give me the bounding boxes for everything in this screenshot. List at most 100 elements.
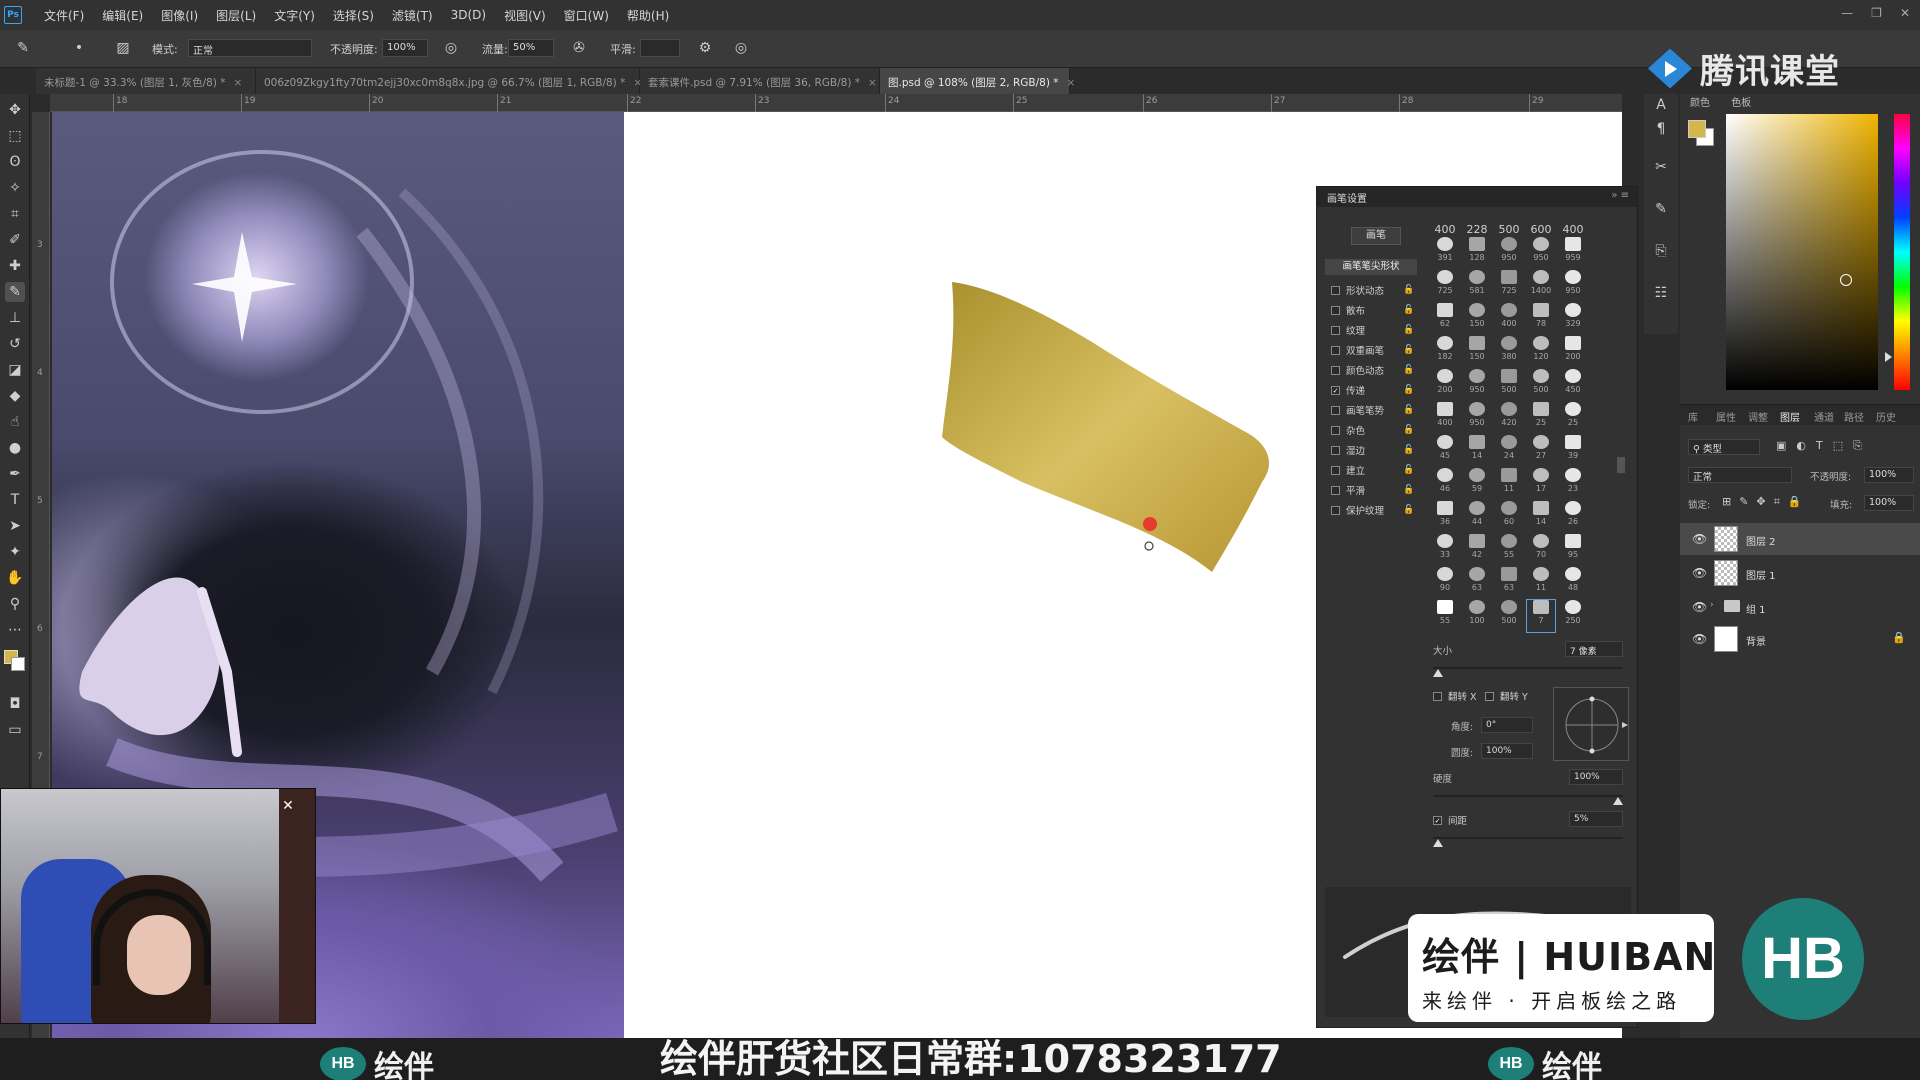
pressure-opacity-icon[interactable]: ◎ — [442, 39, 460, 57]
size-input[interactable]: 7 像素 — [1565, 641, 1623, 657]
close-icon[interactable]: × — [234, 77, 243, 89]
brush-preset-tile[interactable]: 55 — [1495, 534, 1523, 566]
lock-icon[interactable]: 🔓 — [1403, 425, 1414, 435]
layer-filter-icons[interactable]: ▣◐T⬚⎘ — [1776, 439, 1872, 453]
brush-preset-tile[interactable]: 400 — [1495, 303, 1523, 335]
expand-arrow-icon[interactable]: › — [1710, 600, 1714, 610]
layer-filter-select[interactable]: ⚲ 类型 — [1688, 439, 1760, 455]
brush-preset-tile[interactable]: 950 — [1495, 237, 1523, 269]
brush-preset-tile[interactable]: 63 — [1463, 567, 1491, 599]
spacing-input[interactable]: 5% — [1569, 811, 1623, 827]
lasso-tool-icon[interactable]: ʘ — [5, 152, 25, 172]
lock-icon[interactable]: 🔓 — [1403, 405, 1414, 415]
brush-preset-tile[interactable]: 46 — [1431, 468, 1459, 500]
spacing-slider[interactable] — [1433, 837, 1623, 839]
smoothing-input[interactable] — [640, 39, 680, 57]
brush-preset-tile[interactable]: 48 — [1559, 567, 1587, 599]
hue-slider-marker[interactable] — [1885, 352, 1892, 362]
brush-preset-tile[interactable]: 17 — [1527, 468, 1555, 500]
tab-document-1[interactable]: 未标题-1 @ 33.3% (图层 1, 灰色/8) * × — [36, 68, 256, 94]
menu-filter[interactable]: 滤镜(T) — [392, 7, 433, 24]
color-picker-cursor[interactable] — [1840, 274, 1852, 286]
brush-preset-tile[interactable]: 182 — [1431, 336, 1459, 368]
menu-3d[interactable]: 3D(D) — [451, 8, 486, 22]
crop-tool-icon[interactable]: ⌗ — [5, 204, 25, 224]
eye-icon[interactable]: 👁 — [1692, 632, 1707, 646]
tab-document-4[interactable]: 图.psd @ 108% (图层 2, RGB/8) * × — [880, 68, 1075, 94]
eyedropper-tool-icon[interactable]: ✐ — [5, 230, 25, 250]
brush-preset-tile[interactable]: 90 — [1431, 567, 1459, 599]
brush-preset-tile[interactable]: 25 — [1559, 402, 1587, 434]
brush-settings-toggle-icon[interactable]: ▨ — [114, 39, 132, 57]
hue-slider[interactable] — [1894, 114, 1910, 390]
brush-option-scattering[interactable]: 散布 🔓 — [1331, 303, 1414, 317]
brush-tool-icon[interactable]: ✎ — [14, 39, 32, 57]
close-icon[interactable]: × — [1067, 77, 1076, 89]
tab-properties[interactable]: 属性 — [1716, 409, 1736, 424]
tab-adjustments[interactable]: 调整 — [1748, 409, 1768, 424]
brush-preset-tile[interactable]: 725 — [1495, 270, 1523, 302]
marquee-tool-icon[interactable]: ⬚ — [5, 126, 25, 146]
menu-edit[interactable]: 编辑(E) — [102, 7, 143, 24]
brush-preset-tile[interactable]: 55 — [1431, 600, 1459, 632]
brush-option-protect-texture[interactable]: 保护纹理 🔓 — [1331, 503, 1414, 517]
tab-color[interactable]: 颜色 — [1690, 98, 1710, 109]
brush-settings-icon[interactable]: ✎ — [1652, 200, 1670, 218]
close-icon[interactable]: × — [868, 77, 877, 89]
tab-document-3[interactable]: 套索课件.psd @ 7.91% (图层 36, RGB/8) * × — [640, 68, 880, 94]
pen-tool-icon[interactable]: ✒ — [5, 464, 25, 484]
menu-view[interactable]: 视图(V) — [504, 7, 546, 24]
eraser-tool-icon[interactable]: ◪ — [5, 360, 25, 380]
mode-select[interactable]: 正常 — [188, 39, 312, 57]
brush-option-noise[interactable]: 杂色 🔓 — [1331, 423, 1414, 437]
brush-preset-tile[interactable]: 62 — [1431, 303, 1459, 335]
menu-file[interactable]: 文件(F) — [44, 7, 84, 24]
brush-preset-tile[interactable]: 1400 — [1527, 270, 1555, 302]
brush-preset-tile[interactable]: 120 — [1527, 336, 1555, 368]
scroll-thumb[interactable] — [1617, 457, 1625, 473]
brush-preset-tile[interactable]: 36 — [1431, 501, 1459, 533]
tab-swatches[interactable]: 色板 — [1731, 98, 1751, 109]
brush-option-texture[interactable]: 纹理 🔓 — [1331, 323, 1414, 337]
brush-option-brush-pose[interactable]: 画笔笔势 🔓 — [1331, 403, 1414, 417]
angle-input[interactable]: 0° — [1481, 717, 1533, 733]
brush-preset-tile[interactable]: 500 — [1527, 369, 1555, 401]
checkbox[interactable] — [1331, 345, 1340, 355]
brush-preset-tile[interactable]: 100 — [1463, 600, 1491, 632]
brush-preset-tile[interactable]: 78 — [1527, 303, 1555, 335]
checkbox[interactable] — [1331, 445, 1340, 455]
angle-roundness-widget[interactable] — [1553, 687, 1629, 761]
color-saturation-field[interactable] — [1726, 114, 1878, 390]
history-brush-tool-icon[interactable]: ↺ — [5, 334, 25, 354]
adjustments-icon[interactable]: ☷ — [1652, 284, 1670, 302]
flow-input[interactable]: 50% — [508, 39, 554, 57]
checkbox[interactable] — [1331, 425, 1340, 435]
brush-preset-tile[interactable]: 7 — [1526, 599, 1556, 633]
checkbox[interactable] — [1331, 485, 1340, 495]
brush-preset-tile[interactable]: 725 — [1431, 270, 1459, 302]
brush-preset-tile[interactable]: 150 — [1463, 303, 1491, 335]
screen-mode-icon[interactable]: ▭ — [5, 720, 25, 740]
checkbox[interactable] — [1331, 465, 1340, 475]
gear-icon[interactable]: ⚙ — [696, 39, 714, 57]
tab-channels[interactable]: 通道 — [1814, 409, 1834, 424]
lock-icon[interactable]: 🔓 — [1403, 385, 1414, 395]
checkbox[interactable] — [1331, 305, 1340, 315]
lock-icon[interactable]: 🔓 — [1403, 305, 1414, 315]
brush-preset-tile[interactable]: 11 — [1527, 567, 1555, 599]
checkbox[interactable] — [1331, 405, 1340, 415]
hardness-slider-thumb[interactable] — [1613, 797, 1623, 805]
flip-x-option[interactable]: 翻转 X — [1433, 689, 1477, 703]
magic-wand-tool-icon[interactable]: ✧ — [5, 178, 25, 198]
brush-preset-tile[interactable]: 27 — [1527, 435, 1555, 467]
hand-tool-icon[interactable]: ✋ — [5, 568, 25, 588]
menu-type[interactable]: 文字(Y) — [274, 7, 315, 24]
menu-select[interactable]: 选择(S) — [333, 7, 374, 24]
brush-option-color-dynamics[interactable]: 颜色动态 🔓 — [1331, 363, 1414, 377]
smudge-tool-icon[interactable]: ☝ — [5, 412, 25, 432]
lock-icons[interactable]: ⊞✎✥⌗🔒 — [1722, 495, 1810, 509]
spacing-slider-thumb[interactable] — [1433, 839, 1443, 847]
paint-bucket-tool-icon[interactable]: ◆ — [5, 386, 25, 406]
more-tools-icon[interactable]: ⋯ — [5, 620, 25, 640]
clone-stamp-tool-icon[interactable]: ⊥ — [5, 308, 25, 328]
